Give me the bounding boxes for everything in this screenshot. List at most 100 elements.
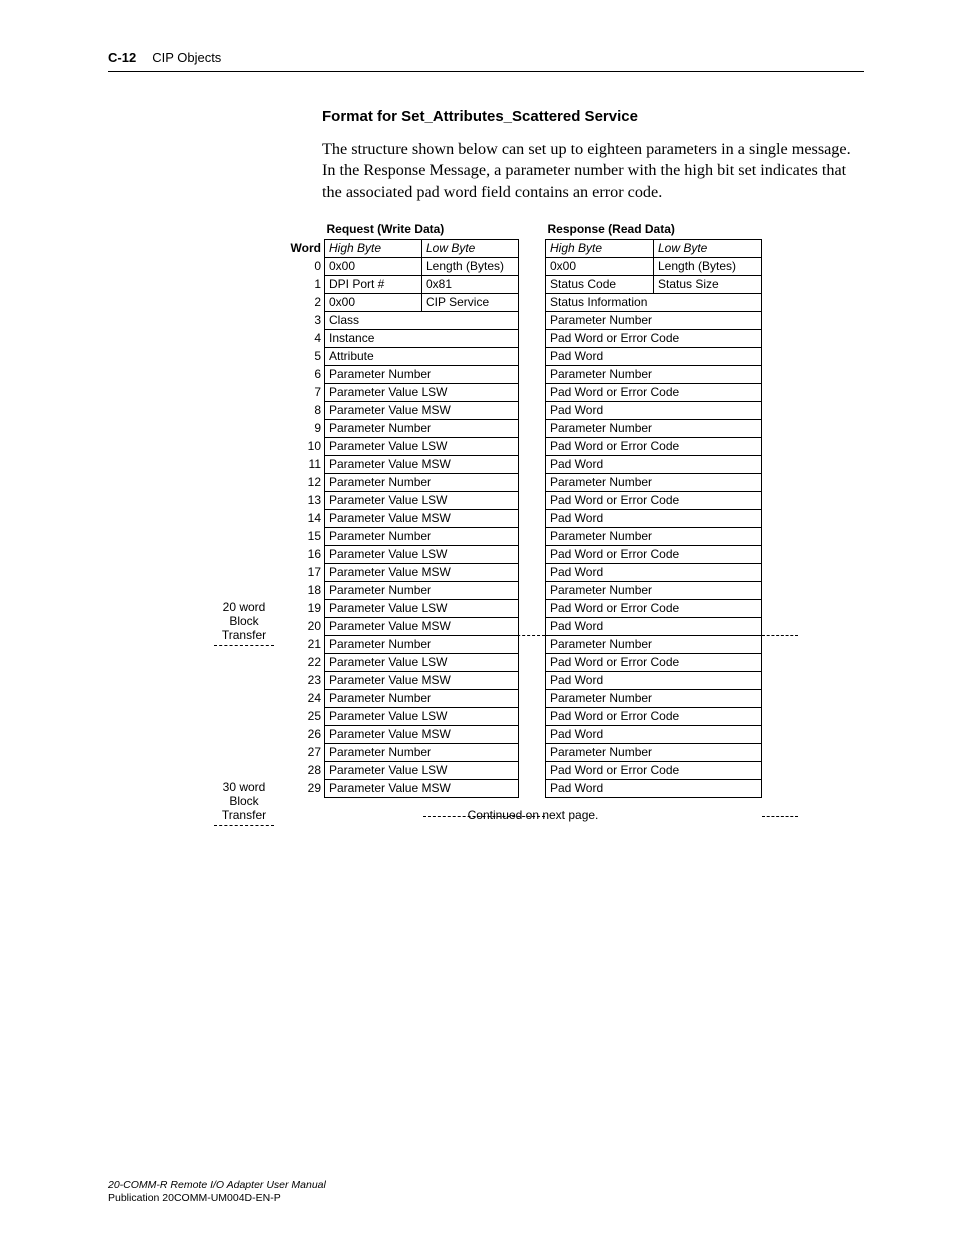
table-row: Parameter Value MSW (325, 401, 519, 419)
req-cell: Parameter Value MSW (325, 455, 519, 473)
resp-cell: Pad Word (546, 671, 762, 689)
request-table: Request (Write Data) High Byte Low Byte … (324, 221, 519, 798)
resp-cell: Pad Word or Error Code (546, 545, 762, 563)
req-cell: Class (325, 311, 519, 329)
table-row: Class (325, 311, 519, 329)
word-header: Word (278, 239, 324, 257)
word-index: 7 (278, 383, 324, 401)
word-index: 23 (278, 671, 324, 689)
word-index: 6 (278, 365, 324, 383)
req-cell: Parameter Number (325, 689, 519, 707)
resp-cell: Parameter Number (546, 689, 762, 707)
table-row: Parameter Number (325, 527, 519, 545)
word-index: 0 (278, 257, 324, 275)
resp-cell: Parameter Number (546, 581, 762, 599)
table-row: Parameter Number (546, 365, 762, 383)
body-paragraph: The structure shown below can set up to … (322, 139, 864, 203)
req-cell-high: 0x00 (325, 257, 422, 275)
request-title: Request (Write Data) (325, 221, 519, 239)
table-row: Pad Word (546, 509, 762, 527)
resp-cell: Pad Word (546, 401, 762, 419)
table-row: Pad Word or Error Code (546, 329, 762, 347)
page: C-12 CIP Objects Format for Set_Attribut… (0, 0, 954, 1235)
req-cell: Parameter Value LSW (325, 653, 519, 671)
table-row: Parameter Value LSW (325, 437, 519, 455)
req-cell: Parameter Value MSW (325, 509, 519, 527)
req-cell: Parameter Number (325, 419, 519, 437)
req-cell-high: 0x00 (325, 293, 422, 311)
table-row: 0x00Length (Bytes) (325, 257, 519, 275)
table-row: Pad Word or Error Code (546, 707, 762, 725)
resp-cell: Pad Word (546, 617, 762, 635)
word-index: 27 (278, 743, 324, 761)
footer-publication: Publication 20COMM-UM004D-EN-P (108, 1192, 326, 1205)
table-row: Pad Word (546, 401, 762, 419)
resp-col-high: High Byte (546, 239, 654, 257)
table-row: Pad Word or Error Code (546, 761, 762, 779)
table-row: Parameter Number (546, 527, 762, 545)
req-cell: Parameter Value LSW (325, 491, 519, 509)
table-row: Parameter Number (325, 419, 519, 437)
resp-cell: Pad Word (546, 455, 762, 473)
req-cell-low: Length (Bytes) (422, 257, 519, 275)
resp-cell: Pad Word or Error Code (546, 491, 762, 509)
req-cell: Parameter Number (325, 527, 519, 545)
req-cell-high: DPI Port # (325, 275, 422, 293)
table-row: Parameter Value MSW (325, 725, 519, 743)
resp-cell: Pad Word or Error Code (546, 437, 762, 455)
word-index: 11 (278, 455, 324, 473)
word-index: 10 (278, 437, 324, 455)
table-row: Parameter Number (325, 473, 519, 491)
table-row: Parameter Number (546, 419, 762, 437)
resp-cell: Pad Word or Error Code (546, 383, 762, 401)
word-index: 19 (278, 599, 324, 617)
req-col-low: Low Byte (422, 239, 519, 257)
table-row: Parameter Value MSW (325, 671, 519, 689)
table-row: Parameter Value MSW (325, 779, 519, 797)
word-index: 22 (278, 653, 324, 671)
table-row: Parameter Value LSW (325, 491, 519, 509)
resp-cell: Parameter Number (546, 419, 762, 437)
resp-cell: Pad Word or Error Code (546, 653, 762, 671)
table-row: Parameter Number (546, 473, 762, 491)
resp-cell: Pad Word or Error Code (546, 599, 762, 617)
req-cell: Parameter Value LSW (325, 437, 519, 455)
table-row: Status Information (546, 293, 762, 311)
table-row: Pad Word (546, 617, 762, 635)
table-row: Parameter Value LSW (325, 545, 519, 563)
table-row: Pad Word (546, 563, 762, 581)
req-cell: Attribute (325, 347, 519, 365)
resp-cell: Parameter Number (546, 311, 762, 329)
req-cell: Parameter Value LSW (325, 545, 519, 563)
resp-cell: Pad Word (546, 779, 762, 797)
word-index: 1 (278, 275, 324, 293)
resp-cell: Pad Word or Error Code (546, 761, 762, 779)
req-cell: Parameter Number (325, 473, 519, 491)
req-cell-low: CIP Service (422, 293, 519, 311)
resp-cell-high: 0x00 (546, 257, 654, 275)
req-cell: Parameter Value MSW (325, 617, 519, 635)
table-row: Parameter Value MSW (325, 455, 519, 473)
req-col-high: High Byte (325, 239, 422, 257)
table-row: Parameter Value LSW (325, 761, 519, 779)
table-row: Status CodeStatus Size (546, 275, 762, 293)
req-cell: Parameter Value MSW (325, 563, 519, 581)
table-row: Pad Word or Error Code (546, 545, 762, 563)
word-index: 4 (278, 329, 324, 347)
table-row: Pad Word or Error Code (546, 599, 762, 617)
req-cell: Parameter Value MSW (325, 779, 519, 797)
word-index: 24 (278, 689, 324, 707)
table-row: Pad Word (546, 347, 762, 365)
table-row: Parameter Value LSW (325, 599, 519, 617)
req-cell: Parameter Number (325, 365, 519, 383)
word-index: 18 (278, 581, 324, 599)
table-row: Pad Word or Error Code (546, 653, 762, 671)
req-cell: Parameter Value MSW (325, 725, 519, 743)
resp-cell: Pad Word (546, 509, 762, 527)
table-row: Parameter Number (325, 581, 519, 599)
resp-cell: Pad Word (546, 347, 762, 365)
table-row: Parameter Value MSW (325, 563, 519, 581)
table-row: Parameter Value MSW (325, 617, 519, 635)
req-cell: Parameter Number (325, 581, 519, 599)
footer-manual-title: 20-COMM-R Remote I/O Adapter User Manual (108, 1179, 326, 1192)
